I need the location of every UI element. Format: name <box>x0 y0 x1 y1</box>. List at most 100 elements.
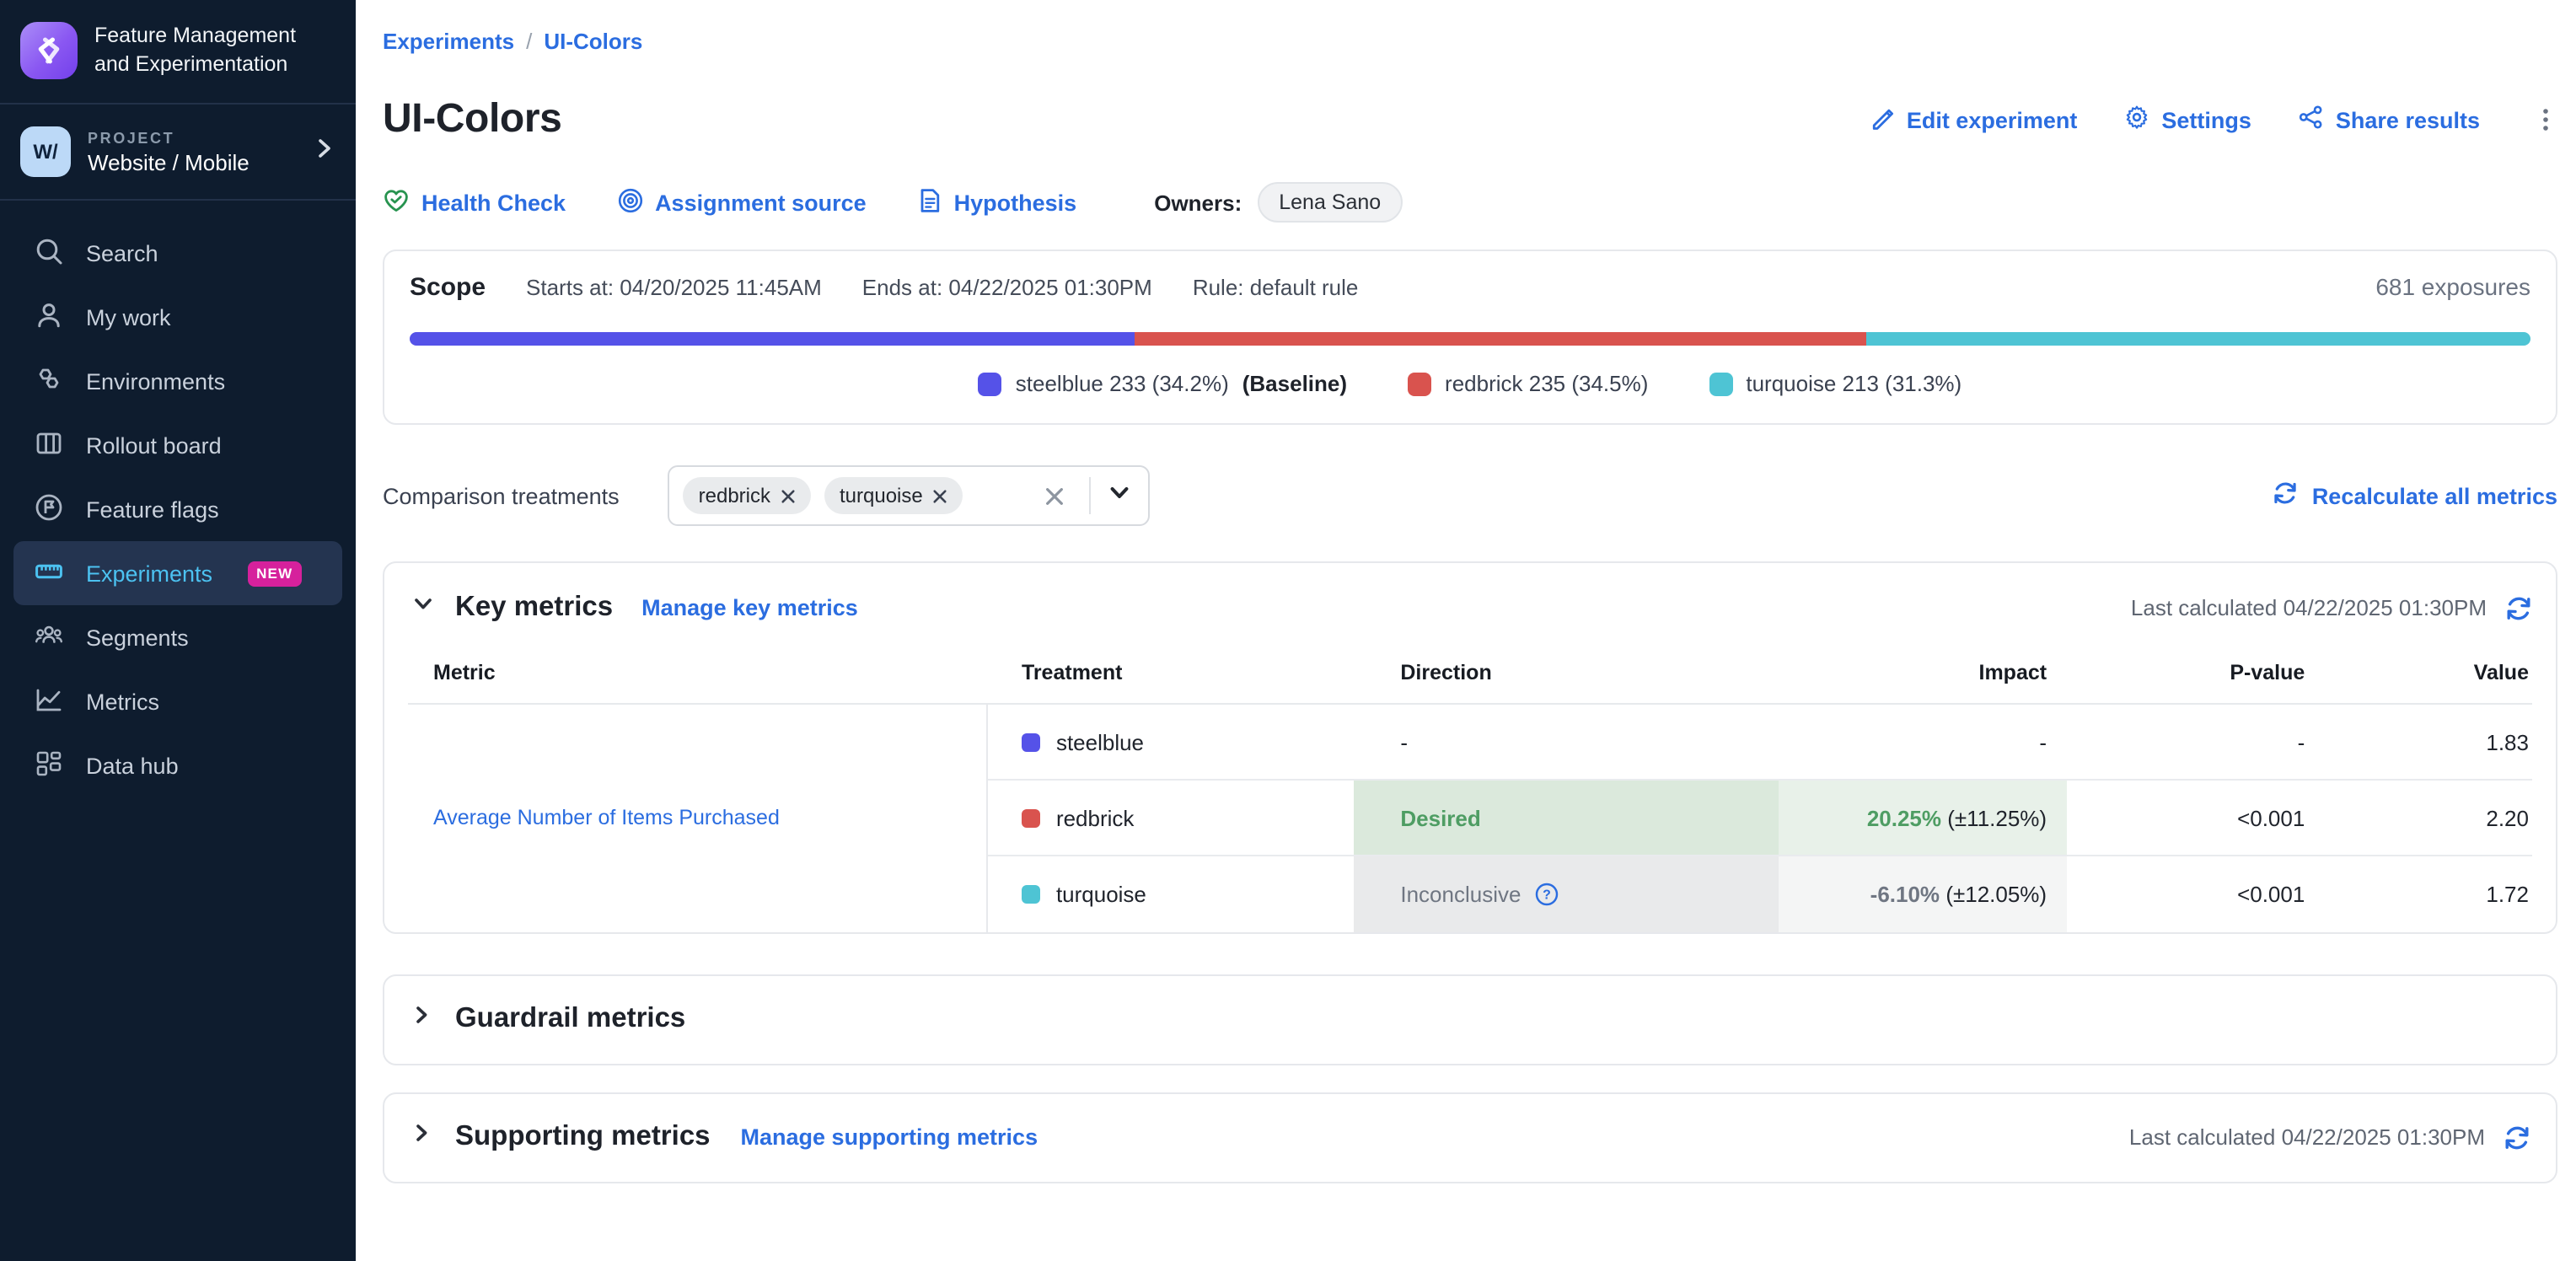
column-header-p-value: P-value <box>2067 639 2305 704</box>
legend-item-steelblue: steelblue 233 (34.2%) (Baseline) <box>979 371 1347 396</box>
chip-remove-icon[interactable] <box>933 488 948 503</box>
turquoise-swatch <box>1709 372 1732 395</box>
project-name: Website / Mobile <box>88 149 250 174</box>
key-metrics-card: Key metrics Manage key metrics Last calc… <box>383 561 2557 933</box>
sidebar-item-metrics[interactable]: Metrics <box>0 669 356 733</box>
redbrick-swatch <box>1408 372 1431 395</box>
chip-turquoise: turquoise <box>824 477 963 514</box>
comparison-treatments-select[interactable]: redbrick turquoise <box>668 465 1151 526</box>
pencil-icon <box>1870 105 1895 135</box>
refresh-icon[interactable] <box>2504 1124 2530 1151</box>
sidebar-item-feature-flags[interactable]: Feature flags <box>0 477 356 541</box>
gear-icon <box>2124 105 2149 135</box>
column-header-metric: Metric <box>408 639 988 704</box>
refresh-icon[interactable] <box>2505 594 2532 621</box>
sidebar-item-search[interactable]: Search <box>0 221 356 285</box>
health-heart-icon <box>383 186 410 218</box>
supporting-metrics-last-calculated: Last calculated 04/22/2025 01:30PM <box>2129 1124 2530 1151</box>
manage-supporting-metrics-link[interactable]: Manage supporting metrics <box>741 1124 1038 1150</box>
sidebar-item-experiments[interactable]: Experiments NEW <box>13 541 342 605</box>
breadcrumb-experiments-link[interactable]: Experiments <box>383 29 514 54</box>
sidebar-item-my-work[interactable]: My work <box>0 285 356 349</box>
exposures-count: 681 exposures <box>2375 273 2530 300</box>
health-check-link[interactable]: Health Check <box>383 186 566 218</box>
guardrail-metrics-card: Guardrail metrics <box>383 974 2557 1065</box>
chip-remove-icon[interactable] <box>781 488 796 503</box>
direction-badge: Desired <box>1400 805 1480 830</box>
settings-button[interactable]: Settings <box>2124 105 2251 135</box>
p-value-cell: <0.001 <box>2067 856 2305 931</box>
legend-item-redbrick: redbrick 235 (34.5%) <box>1408 371 1648 396</box>
table-header-row: Metric Treatment Direction Impact P-valu… <box>408 639 2532 704</box>
header-actions: Edit experiment Settings Share results <box>1870 105 2557 135</box>
assignment-source-link[interactable]: Assignment source <box>616 186 867 218</box>
product-header[interactable]: Feature Management and Experimentation <box>0 0 356 105</box>
supporting-metrics-title: Supporting metrics <box>455 1121 711 1153</box>
select-clear-icon[interactable] <box>1044 485 1066 507</box>
chevron-right-icon <box>312 136 335 168</box>
help-circle-icon[interactable]: ? <box>1534 882 1559 907</box>
rollout-board-icon <box>34 427 64 463</box>
p-value-cell: <0.001 <box>2067 780 2305 856</box>
impact-cell: 20.25% (±11.25%) <box>1778 780 2067 856</box>
breadcrumb-current-link[interactable]: UI-Colors <box>544 29 642 54</box>
distribution-legend: steelblue 233 (34.2%) (Baseline) redbric… <box>410 371 2530 396</box>
sidebar-item-segments[interactable]: Segments <box>0 605 356 669</box>
sidebar-item-environments[interactable]: Environments <box>0 349 356 413</box>
kebab-icon <box>2534 106 2557 133</box>
expand-chevron-right-icon[interactable] <box>410 1003 433 1035</box>
project-badge: W/ <box>20 126 71 177</box>
owners-label: Owners: <box>1154 190 1242 215</box>
data-hub-icon <box>34 748 64 783</box>
manage-key-metrics-link[interactable]: Manage key metrics <box>641 595 858 620</box>
chevron-down-icon[interactable] <box>1108 480 1132 512</box>
experiments-icon <box>34 555 64 591</box>
scope-card: Scope Starts at: 04/20/2025 11:45AM Ends… <box>383 250 2557 425</box>
collapse-chevron-down-icon[interactable] <box>411 592 435 624</box>
metrics-icon <box>34 684 64 719</box>
breadcrumb: Experiments/UI-Colors <box>383 0 2557 54</box>
target-icon <box>616 186 643 218</box>
environments-icon <box>34 363 64 399</box>
recalculate-all-metrics-button[interactable]: Recalculate all metrics <box>2273 480 2557 511</box>
scope-ends-at: Ends at: 04/22/2025 01:30PM <box>862 275 1152 300</box>
column-header-impact: Impact <box>1778 639 2067 704</box>
project-switcher[interactable]: W/ PROJECT Website / Mobile <box>0 105 356 201</box>
kebab-menu-button[interactable] <box>2534 106 2557 133</box>
split-logo-icon <box>20 22 78 79</box>
user-icon <box>34 299 64 335</box>
key-metrics-title: Key metrics <box>455 592 613 624</box>
scope-bar-segment-steelblue <box>410 332 1135 346</box>
value-cell: 1.72 <box>2305 856 2532 931</box>
impact-cell: -6.10% (±12.05%) <box>1778 856 2067 931</box>
direction-cell: Desired <box>1353 780 1778 856</box>
owner-chip[interactable]: Lena Sano <box>1257 182 1403 223</box>
metric-link[interactable]: Average Number of Items Purchased <box>433 805 780 829</box>
sidebar-item-data-hub[interactable]: Data hub <box>0 733 356 797</box>
edit-experiment-button[interactable]: Edit experiment <box>1870 105 2078 135</box>
legend-item-turquoise: turquoise 213 (31.3%) <box>1709 371 1962 396</box>
sidebar-nav: Search My work Environments Rollout boar… <box>0 201 356 818</box>
scope-bar-segment-turquoise <box>1866 332 2530 346</box>
turquoise-swatch <box>1022 885 1041 904</box>
direction-cell: Inconclusive? <box>1353 856 1778 931</box>
column-header-treatment: Treatment <box>988 639 1353 704</box>
sidebar-item-rollout-board[interactable]: Rollout board <box>0 413 356 477</box>
feature-flags-icon <box>34 491 64 527</box>
redbrick-swatch <box>1022 808 1041 827</box>
key-metrics-last-calculated: Last calculated 04/22/2025 01:30PM <box>2131 594 2532 621</box>
select-divider <box>1090 477 1092 514</box>
document-icon <box>917 186 942 218</box>
treatment-distribution-bar <box>410 332 2530 346</box>
steelblue-swatch <box>979 372 1002 395</box>
expand-chevron-right-icon[interactable] <box>410 1121 433 1153</box>
sidebar: Feature Management and Experimentation W… <box>0 0 356 1261</box>
product-title: Feature Management and Experimentation <box>94 22 296 79</box>
share-results-button[interactable]: Share results <box>2299 105 2480 135</box>
p-value-cell: - <box>2067 704 2305 780</box>
page-title: UI-Colors <box>383 96 561 143</box>
treatment-name: steelblue <box>1056 729 1144 754</box>
scope-bar-segment-redbrick <box>1135 332 1866 346</box>
hypothesis-link[interactable]: Hypothesis <box>917 186 1077 218</box>
treatment-name: redbrick <box>1056 805 1135 830</box>
